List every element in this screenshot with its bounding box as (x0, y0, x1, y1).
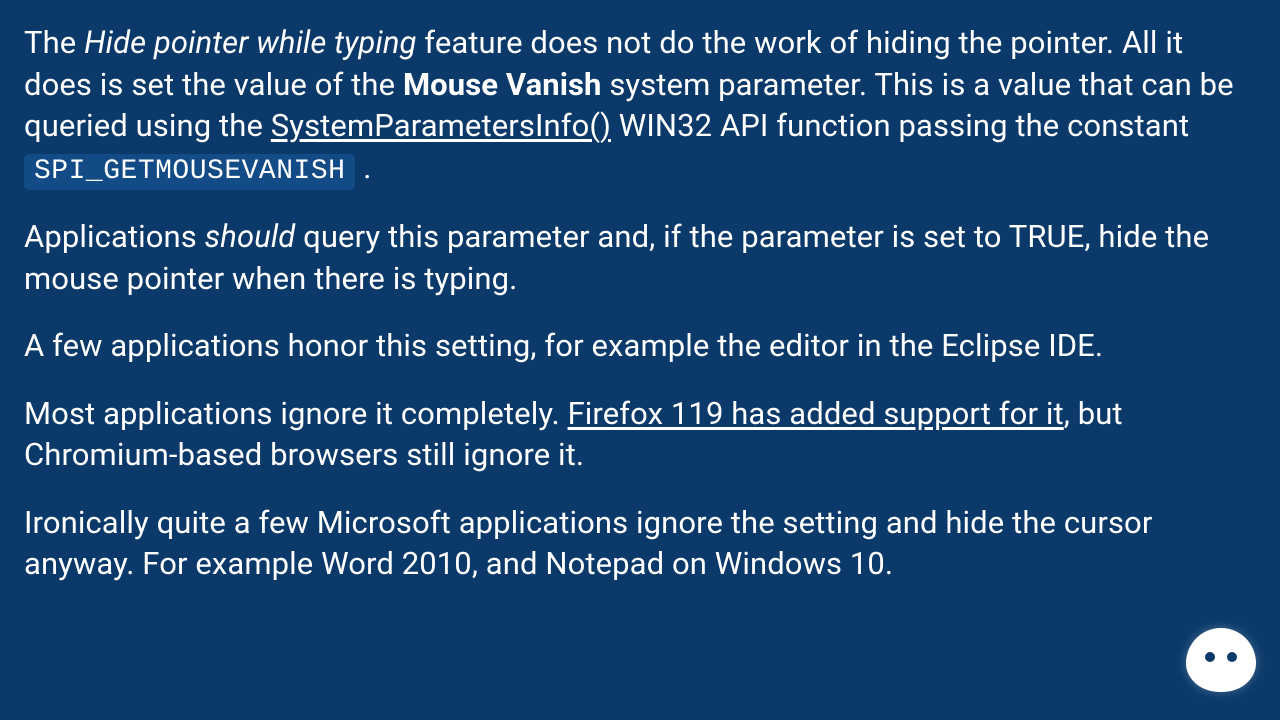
document-page: The Hide pointer while typing feature do… (0, 0, 1280, 720)
p1-text-a: The (24, 24, 84, 61)
p1-text-e: . (355, 149, 371, 186)
paragraph-3: A few applications honor this setting, f… (24, 325, 1252, 367)
p3-text: A few applications honor this setting, f… (24, 327, 1103, 364)
paragraph-1: The Hide pointer while typing feature do… (24, 22, 1252, 190)
feature-name: Hide pointer while typing (84, 24, 416, 61)
p2-emphasis: should (205, 218, 296, 255)
paragraph-4: Most applications ignore it completely. … (24, 393, 1252, 476)
avatar-eye-right (1227, 652, 1237, 662)
p2-text-a: Applications (24, 218, 205, 255)
p4-text-a: Most applications ignore it completely. (24, 395, 568, 432)
paragraph-2: Applications should query this parameter… (24, 216, 1252, 299)
p5-text: Ironically quite a few Microsoft applica… (24, 504, 1152, 583)
paragraph-5: Ironically quite a few Microsoft applica… (24, 502, 1252, 585)
system-parameters-info-link[interactable]: SystemParametersInfo() (271, 107, 611, 144)
p1-text-d: WIN32 API function passing the constant (611, 107, 1189, 144)
mouse-vanish-term: Mouse Vanish (403, 66, 602, 103)
spi-getmousevanish-code: SPI_GETMOUSEVANISH (24, 154, 355, 190)
firefox-119-link[interactable]: Firefox 119 has added support for it (568, 395, 1064, 432)
avatar-bubble-icon (1186, 628, 1256, 692)
avatar-eye-left (1205, 652, 1215, 662)
